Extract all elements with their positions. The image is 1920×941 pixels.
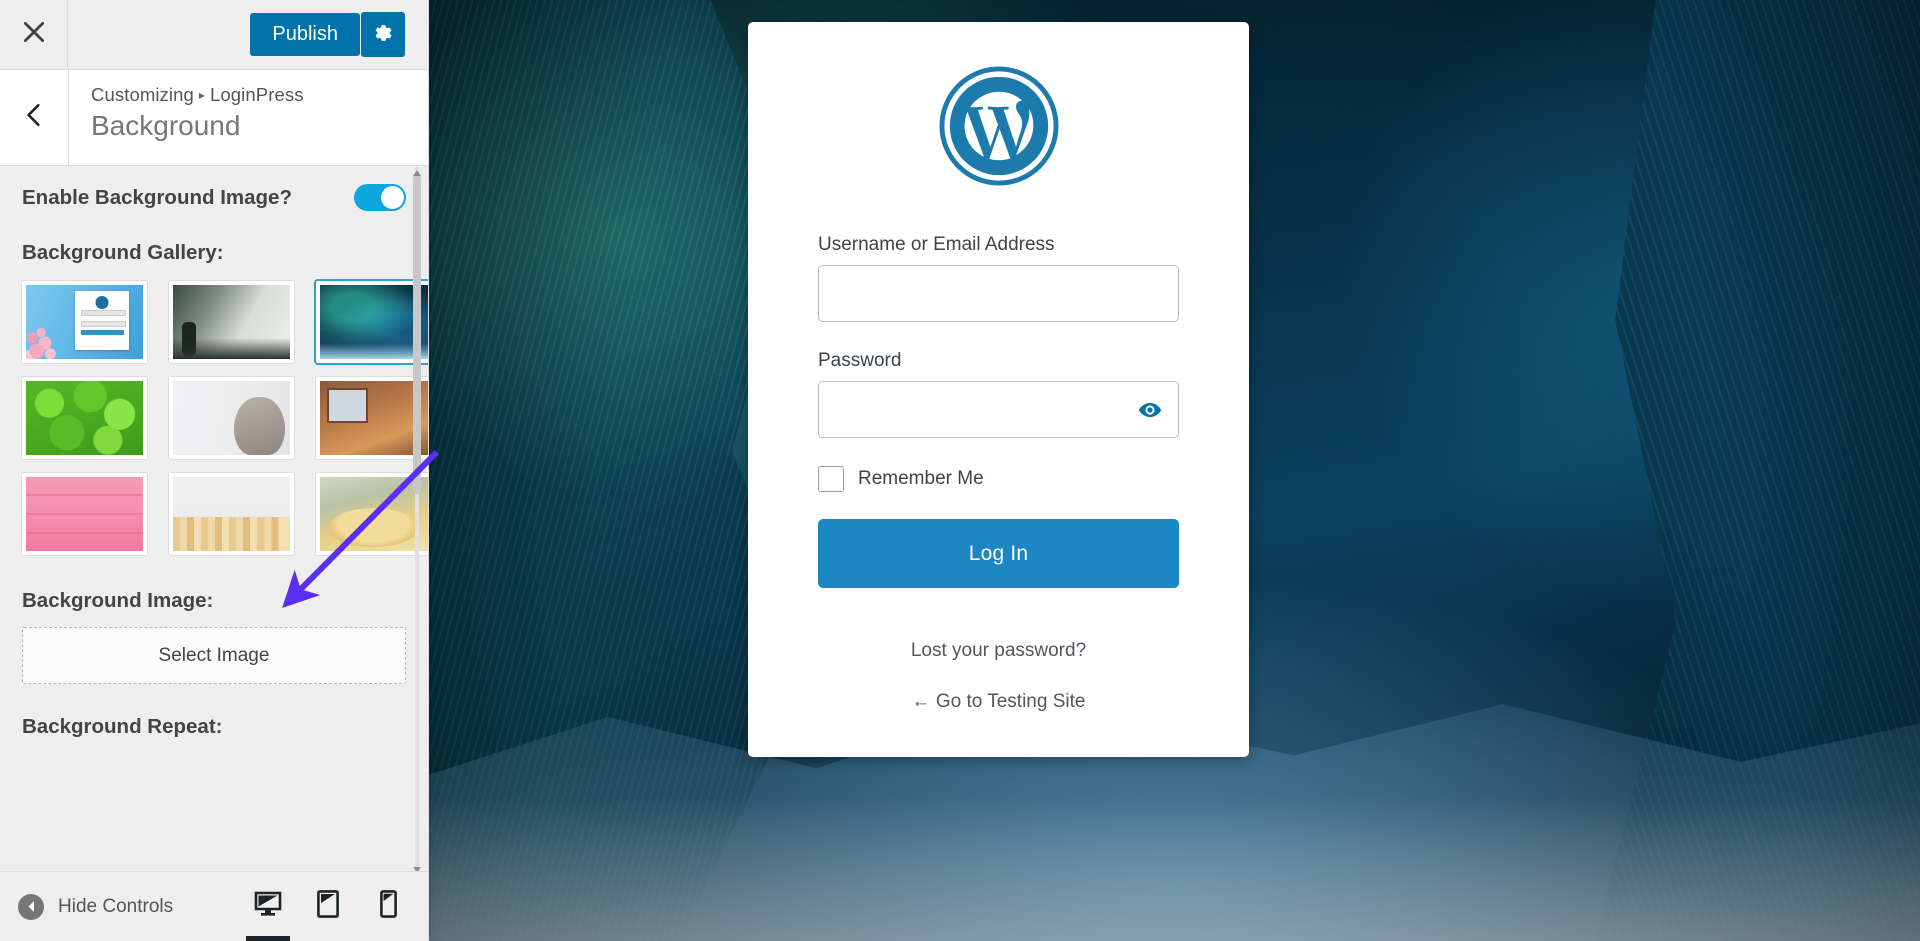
remember-me-label: Remember Me	[858, 468, 984, 490]
background-gallery	[22, 281, 406, 555]
thumb-wp-icon	[96, 296, 109, 309]
remember-me-checkbox[interactable]: Remember Me	[818, 466, 1179, 492]
thumb-line	[81, 310, 126, 316]
password-field-group: Password	[818, 350, 1179, 438]
device-preview-switcher	[238, 872, 418, 941]
customizer-controls-body: Enable Background Image? Background Gall…	[0, 166, 428, 871]
preview-frame: Username or Email Address Password Remem…	[429, 0, 1920, 941]
panel-titles: Customizing ▸ LoginPress Background	[69, 70, 304, 165]
gallery-thumb-7[interactable]	[22, 473, 147, 555]
customizer-topbar: Publish	[0, 0, 428, 70]
breadcrumb-separator: ▸	[199, 88, 205, 102]
customizer-scroll-region: Enable Background Image? Background Gall…	[0, 166, 428, 871]
background-gallery-label: Background Gallery:	[22, 241, 406, 265]
background-repeat-label: Background Repeat:	[22, 715, 406, 767]
device-desktop-button[interactable]	[238, 872, 298, 941]
customizer-panel-header: Customizing ▸ LoginPress Background	[0, 70, 428, 166]
checkbox-box[interactable]	[818, 466, 844, 492]
publish-button[interactable]: Publish	[250, 13, 360, 56]
gear-icon	[372, 22, 394, 47]
scrollbar-thumb[interactable]	[413, 174, 421, 494]
hide-controls-label: Hide Controls	[58, 896, 173, 918]
publish-settings-button[interactable]	[361, 12, 405, 57]
scroll-down-arrow-icon[interactable]	[412, 862, 422, 871]
password-input[interactable]	[818, 381, 1179, 438]
gallery-thumb-8[interactable]	[169, 473, 294, 555]
gallery-thumb-4[interactable]	[22, 377, 147, 459]
tablet-icon	[317, 890, 339, 923]
log-in-button[interactable]: Log In	[818, 519, 1179, 588]
enable-background-toggle[interactable]	[354, 184, 406, 211]
desktop-icon	[254, 891, 282, 922]
close-customizer-button[interactable]	[0, 0, 68, 69]
breadcrumb-root[interactable]: Customizing	[91, 84, 194, 105]
back-to-site-link[interactable]: ← Go to Testing Site	[818, 691, 1179, 713]
background-image-label: Background Image:	[22, 589, 406, 613]
thumb-art	[26, 381, 143, 455]
lost-password-link[interactable]: Lost your password?	[818, 640, 1179, 662]
thumb-art	[173, 381, 290, 455]
username-field-group: Username or Email Address	[818, 234, 1179, 322]
login-form-card: Username or Email Address Password Remem…	[748, 22, 1249, 757]
thumb-button	[81, 330, 124, 335]
gallery-thumb-1[interactable]	[22, 281, 147, 363]
customizer-controls-list: Enable Background Image? Background Gall…	[0, 166, 428, 767]
back-button[interactable]	[0, 70, 69, 165]
enable-background-label: Enable Background Image?	[22, 186, 292, 210]
password-input-wrapper	[818, 381, 1179, 438]
thumb-blossom	[26, 306, 80, 359]
device-mobile-button[interactable]	[358, 872, 418, 941]
gallery-thumb-2[interactable]	[169, 281, 294, 363]
customizer-sidebar: Publish Customizing ▸ LoginPress Backgroun…	[0, 0, 429, 941]
control-enable-background: Enable Background Image?	[22, 184, 406, 211]
hide-controls-button[interactable]: Hide Controls	[18, 894, 173, 920]
wordpress-logo-icon	[818, 66, 1179, 186]
gallery-thumb-5[interactable]	[169, 377, 294, 459]
screen-root: Publish Customizing ▸ LoginPress Backgroun…	[0, 0, 1920, 941]
thumb-art	[26, 477, 143, 551]
close-icon	[21, 19, 47, 50]
breadcrumb: Customizing ▸ LoginPress	[91, 84, 304, 106]
thumb-line	[81, 321, 126, 327]
thumb-art	[26, 285, 143, 359]
login-links: Lost your password? ← Go to Testing Site	[818, 640, 1179, 713]
password-label: Password	[818, 350, 1179, 372]
breadcrumb-section[interactable]: LoginPress	[210, 84, 304, 105]
thumb-art	[173, 477, 290, 551]
customizer-scrollbar[interactable]	[412, 166, 422, 871]
username-input[interactable]	[818, 265, 1179, 322]
toggle-knob	[381, 186, 404, 209]
scroll-up-arrow-icon[interactable]	[412, 166, 422, 175]
collapse-arrow-icon	[18, 894, 44, 920]
chevron-left-icon	[23, 102, 45, 133]
username-label: Username or Email Address	[818, 234, 1179, 256]
page-title: Background	[91, 108, 304, 143]
mobile-icon	[380, 890, 397, 923]
customizer-actions: Publish	[250, 12, 428, 57]
eye-icon[interactable]	[1135, 395, 1165, 425]
thumb-art	[173, 285, 290, 359]
customizer-footer: Hide Controls	[0, 871, 428, 941]
select-image-button[interactable]: Select Image	[22, 627, 406, 684]
device-tablet-button[interactable]	[298, 872, 358, 941]
thumb-login-card	[75, 291, 129, 350]
